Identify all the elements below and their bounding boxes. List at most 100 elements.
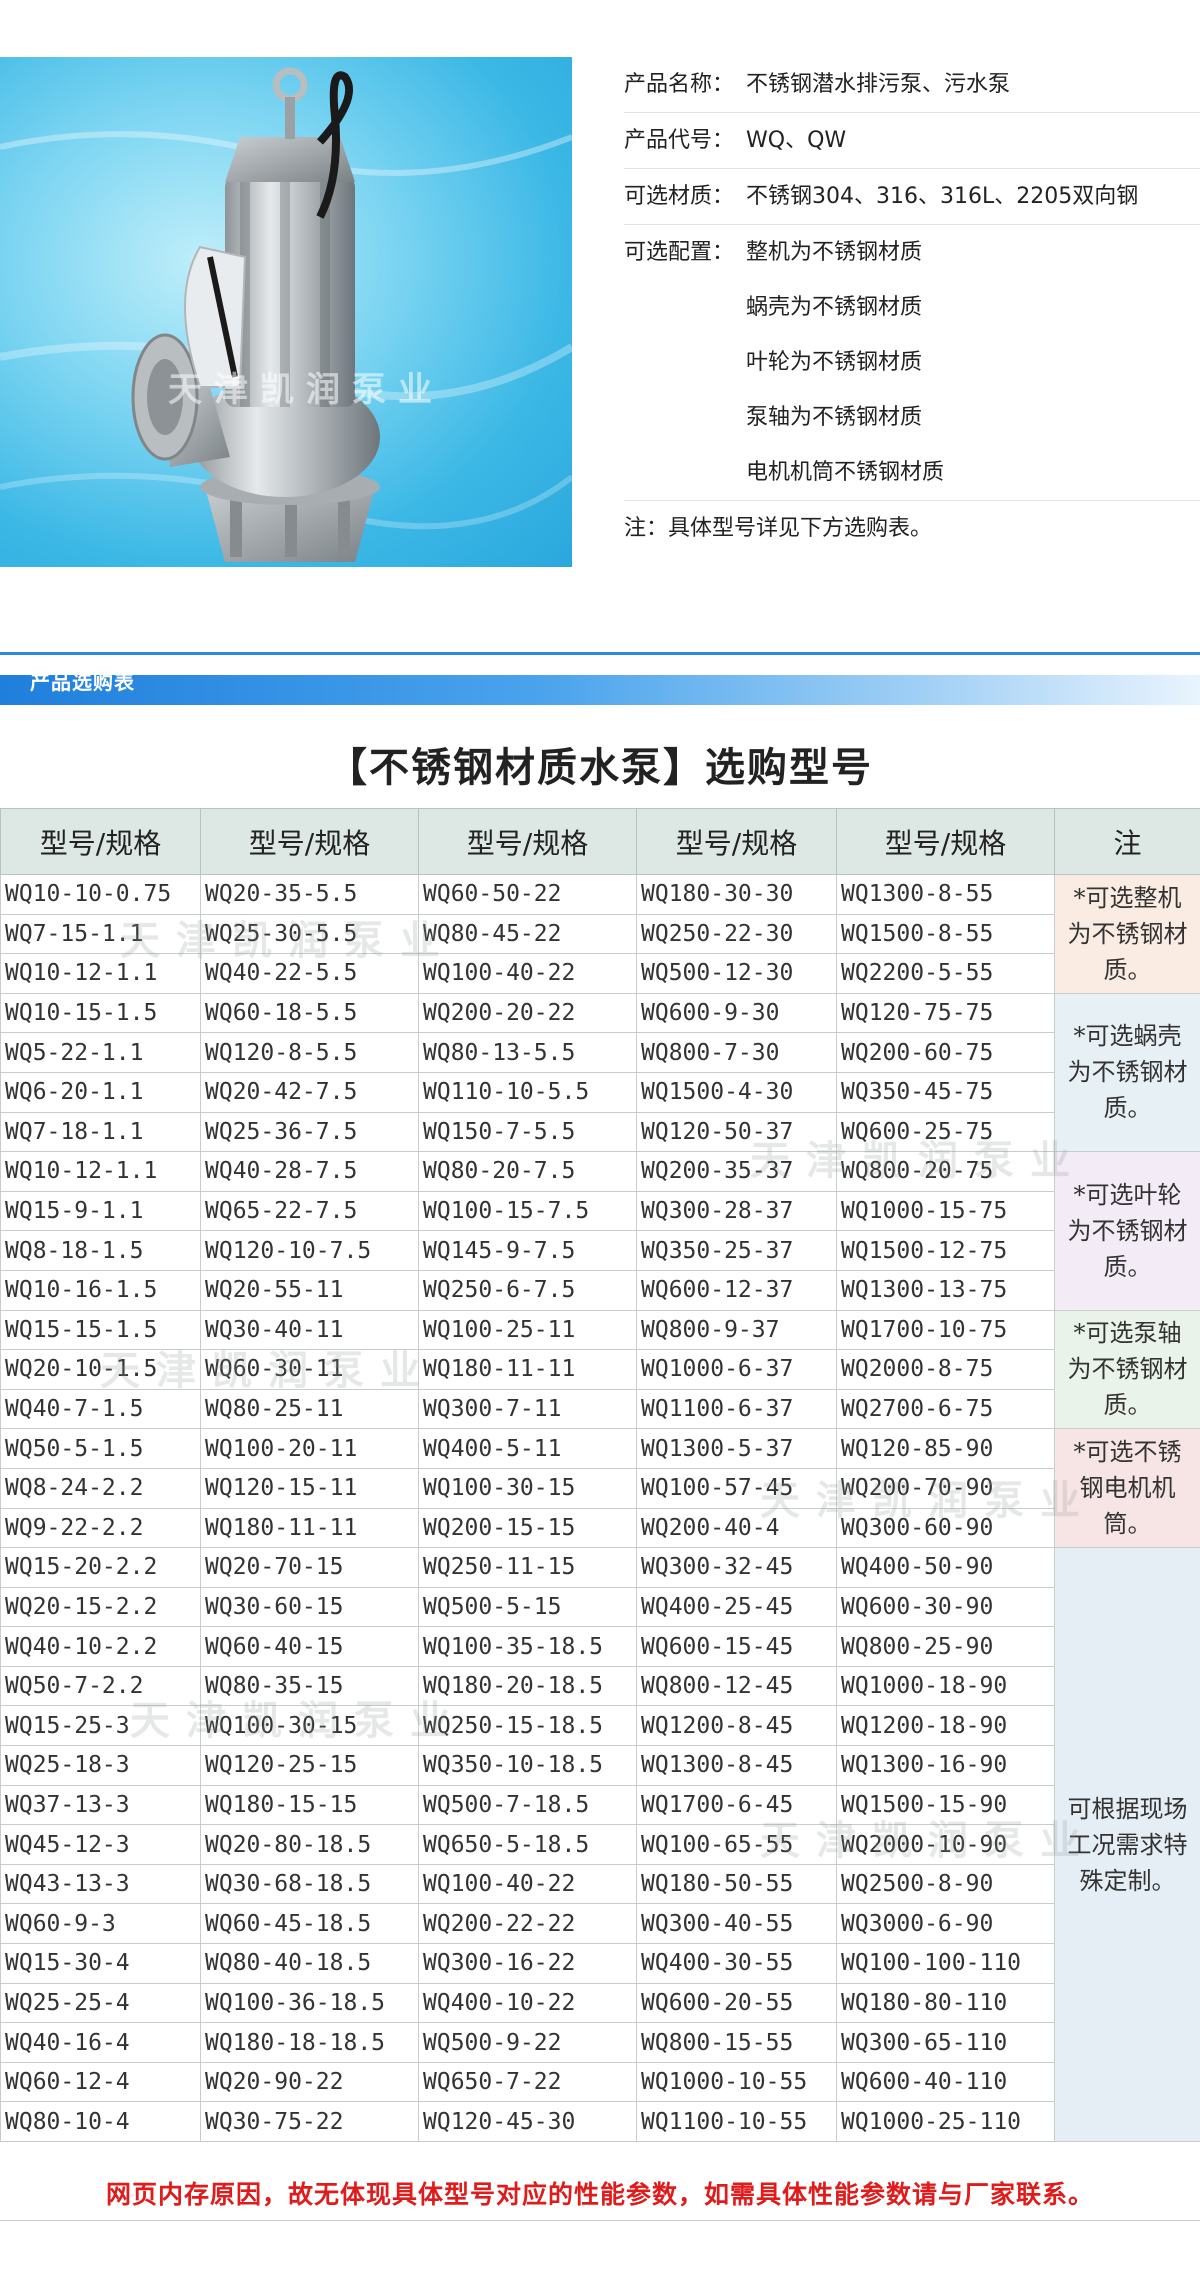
model-cell: WQ180-50-55: [636, 1863, 837, 1905]
table-row: WQ15-9-1.1 WQ65-22-7.5 WQ100-15-7.5 WQ300-2…: [0, 1190, 1200, 1232]
model-cell: WQ180-18-18.5: [200, 2022, 419, 2063]
info-value: 整机为不锈钢材质: [746, 240, 923, 265]
model-cell: WQ200-15-15: [418, 1507, 637, 1549]
model-cell: WQ600-15-45: [636, 1626, 837, 1667]
model-cell: WQ1000-25-110: [836, 2101, 1055, 2142]
table-row: WQ15-25-3 WQ100-30-15 WQ250-15-18.5 WQ1200-…: [0, 1705, 1200, 1747]
pump-illustration: [0, 67, 572, 562]
model-cell: WQ300-40-55: [636, 1903, 837, 1945]
model-cell: WQ25-25-4: [0, 1982, 201, 2024]
model-cell: WQ37-13-3: [0, 1784, 201, 1826]
model-cell: WQ60-50-22: [418, 874, 637, 915]
model-cell: WQ1000-6-37: [636, 1349, 837, 1390]
model-cell: WQ1000-15-75: [836, 1190, 1055, 1232]
table-row: WQ10-10-0.75 WQ20-35-5.5 WQ60-50-22 WQ180-3…: [0, 874, 1200, 994]
model-cell: WQ120-85-90: [836, 1428, 1055, 1469]
table-row: WQ7-15-1.1 WQ25-30-5.5 WQ80-45-22 WQ250-22-…: [0, 913, 1200, 955]
model-cell: WQ20-10-1.5: [0, 1349, 201, 1390]
table-row: WQ15-20-2.2 WQ20-70-15 WQ250-11-15 WQ300-32…: [0, 1547, 1200, 2142]
model-cell: WQ400-10-22: [418, 1982, 637, 2024]
column-header: 型号/规格: [418, 808, 637, 875]
model-cell: WQ1000-10-55: [636, 2061, 837, 2103]
model-cell: WQ30-40-11: [200, 1309, 419, 1351]
table-row: WQ40-10-2.2 WQ60-40-15 WQ100-35-18.5 WQ600-…: [0, 1626, 1200, 1667]
table-row: WQ8-18-1.5 WQ120-10-7.5 WQ145-9-7.5 WQ350-2…: [0, 1230, 1200, 1271]
info-label: 注：: [624, 516, 669, 541]
model-cell: WQ180-15-15: [200, 1784, 419, 1826]
table-row: WQ8-24-2.2 WQ120-15-11 WQ100-30-15 WQ100-57…: [0, 1467, 1200, 1509]
model-cell: WQ145-9-7.5: [418, 1230, 637, 1271]
table-body: WQ10-10-0.75 WQ20-35-5.5 WQ60-50-22 WQ180-3…: [0, 874, 1200, 2142]
model-cell: WQ500-12-30: [636, 953, 837, 994]
model-cell: WQ60-45-18.5: [200, 1903, 419, 1945]
model-cell: WQ400-25-45: [636, 1586, 837, 1628]
model-cell: WQ20-15-2.2: [0, 1586, 201, 1628]
note-cell: 可根据现场工况需求特殊定制。: [1054, 1547, 1200, 2142]
model-cell: WQ10-12-1.1: [0, 953, 201, 994]
model-cell: WQ600-20-55: [636, 1982, 837, 2024]
table-row: WQ60-12-4 WQ20-90-22 WQ650-7-22 WQ1000-10-5…: [0, 2061, 1200, 2103]
model-cell: WQ15-30-4: [0, 1943, 201, 1984]
model-cell: WQ800-12-45: [636, 1665, 837, 1707]
model-cell: WQ800-7-30: [636, 1032, 837, 1073]
model-cell: WQ60-40-15: [200, 1626, 419, 1667]
model-cell: WQ65-22-7.5: [200, 1190, 419, 1232]
model-cell: WQ400-30-55: [636, 1943, 837, 1984]
model-cell: WQ600-9-30: [636, 992, 837, 1034]
model-cell: WQ30-60-15: [200, 1586, 419, 1628]
note-cell: *可选整机为不锈钢材质。: [1054, 874, 1200, 994]
model-cell: WQ20-35-5.5: [200, 874, 419, 915]
section-header-bar: 产品选购表: [0, 652, 1200, 706]
model-cell: WQ100-30-15: [418, 1467, 637, 1509]
model-cell: WQ800-9-37: [636, 1309, 837, 1351]
model-cell: WQ350-45-75: [836, 1071, 1055, 1113]
model-cell: WQ80-45-22: [418, 913, 637, 955]
model-cell: WQ1500-4-30: [636, 1071, 837, 1113]
model-cell: WQ100-40-22: [418, 1863, 637, 1905]
model-cell: WQ3000-6-90: [836, 1903, 1055, 1945]
model-cell: WQ100-100-110: [836, 1943, 1055, 1984]
table-row: WQ20-15-2.2 WQ30-60-15 WQ500-5-15 WQ400-25-…: [0, 1586, 1200, 1628]
table-row: WQ25-18-3 WQ120-25-15 WQ350-10-18.5 WQ1300-…: [0, 1745, 1200, 1786]
model-cell: WQ2700-6-75: [836, 1388, 1055, 1430]
info-label: 产品名称：: [624, 72, 735, 97]
model-cell: WQ80-25-11: [200, 1388, 419, 1430]
model-cell: WQ400-50-90: [836, 1547, 1055, 1588]
column-header: 型号/规格: [0, 808, 201, 875]
table-row: WQ9-22-2.2 WQ180-11-11 WQ200-15-15 WQ200-40…: [0, 1507, 1200, 1549]
model-cell: WQ40-7-1.5: [0, 1388, 201, 1430]
table-row: WQ5-22-1.1 WQ120-8-5.5 WQ80-13-5.5 WQ800-7-…: [0, 1032, 1200, 1073]
table-row: WQ37-13-3 WQ180-15-15 WQ500-7-18.5 WQ1700-6…: [0, 1784, 1200, 1826]
model-cell: WQ1300-8-45: [636, 1745, 837, 1786]
model-cell: WQ150-7-5.5: [418, 1111, 637, 1153]
model-cell: WQ10-15-1.5: [0, 992, 201, 1034]
model-cell: WQ100-65-55: [636, 1824, 837, 1865]
model-cell: WQ8-18-1.5: [0, 1230, 201, 1271]
model-cell: WQ7-18-1.1: [0, 1111, 201, 1153]
table-header-row: 型号/规格 型号/规格 型号/规格 型号/规格 型号/规格 注: [0, 808, 1200, 875]
info-row-note: 注：具体型号详见下方选购表。: [624, 501, 1200, 556]
model-cell: WQ7-15-1.1: [0, 913, 201, 955]
model-cell: WQ200-40-4: [636, 1507, 837, 1549]
info-value: 电机机筒不锈钢材质: [746, 460, 945, 485]
model-cell: WQ120-75-75: [836, 992, 1055, 1034]
info-value: 叶轮为不锈钢材质: [746, 350, 923, 375]
model-cell: WQ40-28-7.5: [200, 1151, 419, 1192]
model-cell: WQ1500-8-55: [836, 913, 1055, 955]
model-cell: WQ80-13-5.5: [418, 1032, 637, 1073]
model-cell: WQ80-40-18.5: [200, 1943, 419, 1984]
model-cell: WQ100-36-18.5: [200, 1982, 419, 2024]
info-row-config: 电机机筒不锈钢材质: [624, 445, 1200, 501]
table-row: WQ10-16-1.5 WQ20-55-11 WQ250-6-7.5 WQ600-12…: [0, 1269, 1200, 1311]
model-cell: WQ1300-5-37: [636, 1428, 837, 1469]
model-cell: WQ43-13-3: [0, 1863, 201, 1905]
section-gradient: [0, 675, 1200, 705]
model-table-wrapper: 型号/规格 型号/规格 型号/规格 型号/规格 型号/规格 注 WQ10-10-…: [0, 808, 1200, 2142]
model-cell: WQ15-25-3: [0, 1705, 201, 1747]
model-cell: WQ300-32-45: [636, 1547, 837, 1588]
info-label: 产品代号：: [624, 128, 735, 153]
model-cell: WQ600-40-110: [836, 2061, 1055, 2103]
model-cell: WQ120-10-7.5: [200, 1230, 419, 1271]
model-cell: WQ800-15-55: [636, 2022, 837, 2063]
table-row: WQ10-12-1.1 WQ40-22-5.5 WQ100-40-22 WQ500-1…: [0, 953, 1200, 994]
